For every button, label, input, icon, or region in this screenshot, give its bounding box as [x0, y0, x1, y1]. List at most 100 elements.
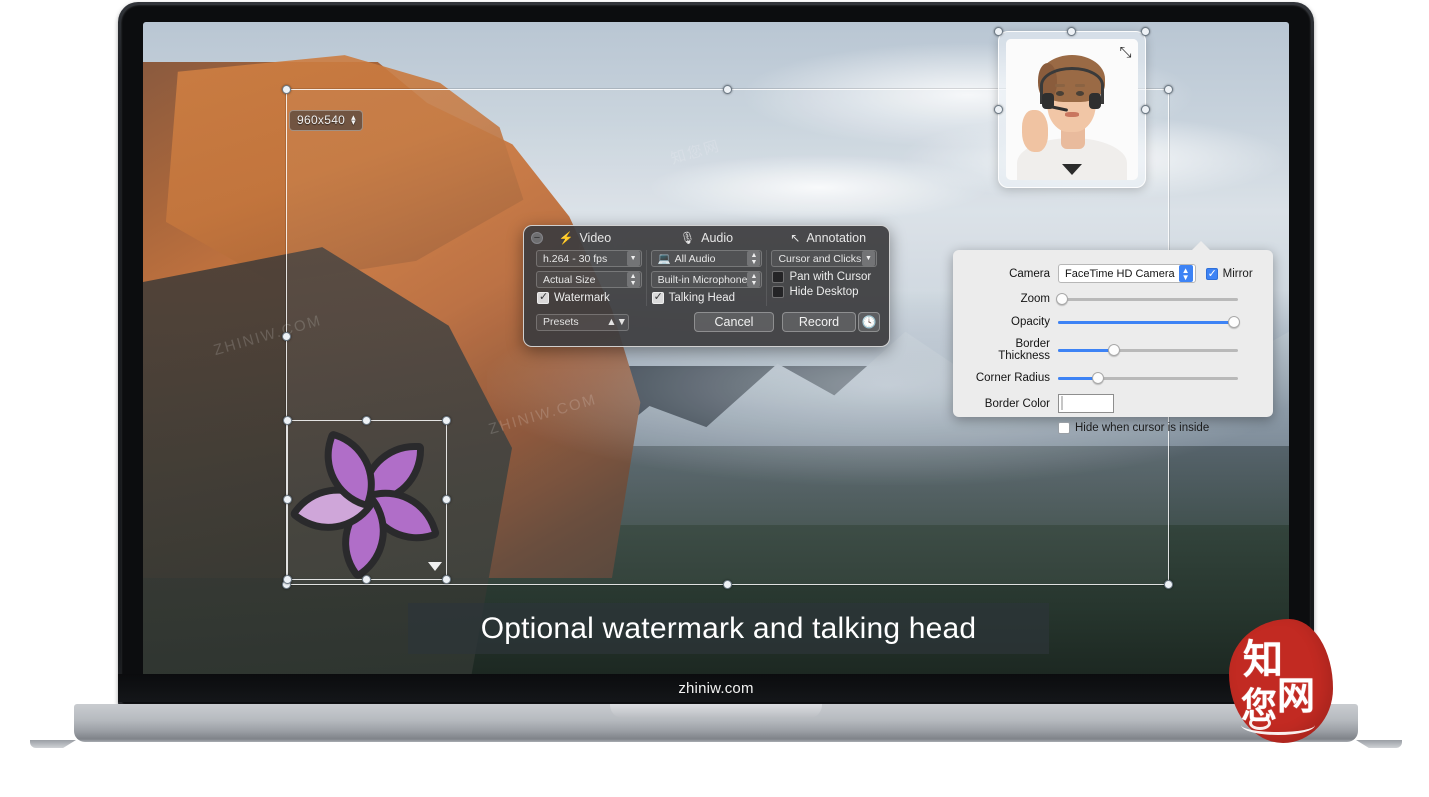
talking-head-label: Talking Head	[668, 292, 736, 304]
audio-column: 💻 All Audio ▲▼ Built-in Microphone ▲▼	[645, 250, 767, 306]
screenshot-root: 知您网 知您网 ZHINIW.COM ZHINIW.COM	[0, 0, 1429, 797]
watermark-handle-bottom-center[interactable]	[362, 575, 371, 584]
camera-handle-middle-left[interactable]	[994, 104, 1003, 114]
border-thickness-slider-knob[interactable]	[1107, 344, 1120, 356]
camera-dropdown-caret-icon[interactable]	[1062, 164, 1082, 175]
talking-head-checkbox[interactable]	[651, 290, 664, 304]
laptop-notch	[610, 704, 822, 718]
corner-radius-label: Corner Radius	[975, 372, 1050, 384]
talking-head-overlay[interactable]: ⤡	[994, 27, 1150, 188]
camera-label: Camera	[1009, 267, 1050, 280]
video-column: h.264 - 30 fps ▼ Actual Size ▲▼ Watermar…	[532, 250, 646, 306]
selection-handle-top-center[interactable]	[722, 85, 732, 94]
camera-settings-popover[interactable]: Camera FaceTime HD Camera ▲▼ Mirror	[953, 241, 1273, 434]
tab-audio[interactable]: 🎙 Audio	[646, 231, 768, 245]
selection-handle-middle-left[interactable]	[282, 332, 291, 341]
hide-desktop-toggle[interactable]: Hide Desktop	[772, 286, 877, 298]
opacity-slider-knob[interactable]	[1228, 316, 1241, 328]
chevron-updown-icon: ▲▼	[747, 251, 761, 266]
record-button[interactable]: Record	[782, 312, 856, 332]
caption-banner: Optional watermark and talking head	[408, 603, 1049, 654]
watermark-shutter-logo	[288, 429, 441, 581]
camera-row: Camera FaceTime HD Camera ▲▼ Mirror	[963, 264, 1259, 283]
collapse-button[interactable]: −	[531, 232, 543, 244]
hide-desktop-checkbox[interactable]	[772, 286, 785, 298]
zoom-label: Zoom	[1020, 293, 1050, 305]
selection-handle-top-left[interactable]	[282, 85, 291, 94]
watermark-handle-bottom-right[interactable]	[442, 575, 451, 584]
size-value: Actual Size	[543, 273, 596, 286]
watermark-handle-middle-left[interactable]	[283, 495, 292, 504]
pan-with-cursor-checkbox[interactable]	[772, 271, 785, 283]
border-color-label: Border Color	[984, 397, 1050, 410]
selection-handle-bottom-center[interactable]	[722, 580, 732, 589]
laptop-bezel: 知您网 知您网 ZHINIW.COM ZHINIW.COM	[121, 5, 1311, 705]
cursor-value: Cursor and Clicks	[778, 252, 862, 265]
zoom-slider[interactable]	[1055, 292, 1238, 306]
mirror-label: Mirror	[1222, 267, 1253, 280]
border-color-well[interactable]	[1058, 394, 1114, 413]
watermark-handle-top-right[interactable]	[442, 416, 451, 425]
watermark-handle-top-left[interactable]	[283, 416, 292, 425]
presets-value: Presets	[543, 316, 579, 328]
hide-when-cursor-label: Hide when cursor is inside	[1075, 422, 1210, 434]
presets-select[interactable]: Presets ▲▼	[536, 313, 629, 331]
microphone-icon: 🎙	[679, 231, 696, 245]
pan-with-cursor-toggle[interactable]: Pan with Cursor	[772, 271, 877, 283]
seal-wave-curl	[1249, 716, 1271, 730]
pan-with-cursor-label: Pan with Cursor	[789, 271, 872, 283]
clock-icon[interactable]: 🕓	[858, 312, 880, 332]
selection-handle-top-right[interactable]	[1164, 85, 1173, 94]
watermark-object[interactable]	[283, 416, 451, 584]
resolution-badge[interactable]: 960x540 ▴ ▾	[289, 110, 363, 131]
hide-desktop-label: Hide Desktop	[789, 286, 859, 298]
border-thickness-slider[interactable]	[1058, 343, 1238, 357]
watermark-handle-middle-right[interactable]	[442, 495, 451, 504]
laptop-mockup: 知您网 知您网 ZHINIW.COM ZHINIW.COM	[30, 2, 1402, 748]
camera-handle-top-left[interactable]	[994, 27, 1003, 36]
audio-device-select[interactable]: Built-in Microphone ▲ ▼	[650, 271, 763, 288]
opacity-row: Opacity	[963, 315, 1259, 329]
chevron-updown-icon: ▲▼	[606, 316, 627, 328]
expand-icon[interactable]: ⤡	[1117, 44, 1134, 61]
zoom-slider-knob[interactable]	[1055, 293, 1068, 305]
watermark-menu-caret-icon[interactable]	[428, 562, 442, 571]
laptop-base	[30, 704, 1402, 748]
camera-handle-top-center[interactable]	[1067, 27, 1076, 36]
watermark-handle-bottom-left[interactable]	[283, 575, 292, 584]
camera-handle-middle-right[interactable]	[1141, 104, 1150, 114]
watermark-handle-top-center[interactable]	[362, 416, 371, 425]
talking-head-toggle[interactable]: Talking Head	[651, 290, 763, 304]
watermark-toggle[interactable]: Watermark	[537, 290, 642, 304]
cursor-select[interactable]: Cursor and Clicks ▼	[771, 250, 878, 267]
recorder-control-panel[interactable]: − ⚡ Video 🎙 Audio ↖ Annotation h.264 - 3…	[523, 225, 890, 347]
camera-handle-top-right[interactable]	[1141, 27, 1150, 36]
opacity-slider[interactable]	[1058, 315, 1241, 329]
laptop-icon: 💻	[657, 253, 671, 265]
recorder-columns: h.264 - 30 fps ▼ Actual Size ▲▼ Watermar…	[524, 250, 889, 306]
chevron-updown-icon: ▲▼	[1178, 265, 1193, 282]
laptop-foot-right	[1356, 740, 1402, 748]
corner-radius-slider-knob[interactable]	[1091, 372, 1104, 384]
resolution-stepper[interactable]: ▴ ▾	[351, 113, 356, 127]
audio-source-select[interactable]: 💻 All Audio ▲ ▼	[650, 250, 763, 267]
chevron-updown-icon: ▲▼	[626, 272, 640, 287]
cancel-button[interactable]: Cancel	[694, 312, 774, 332]
corner-radius-slider[interactable]	[1058, 371, 1238, 385]
selection-handle-bottom-right[interactable]	[1164, 580, 1173, 589]
tab-annotation[interactable]: ↖ Annotation	[767, 231, 889, 245]
bolt-icon: ⚡	[558, 231, 574, 245]
audio-source-text: All Audio	[674, 252, 716, 265]
hide-cursor-row: Hide when cursor is inside	[963, 422, 1259, 434]
chevron-down-icon: ▼	[626, 251, 640, 266]
hide-when-cursor-checkbox[interactable]	[1058, 422, 1070, 434]
watermark-checkbox[interactable]	[537, 290, 549, 304]
audio-device-value: Built-in Microphone	[657, 273, 748, 286]
size-select[interactable]: Actual Size ▲ ▼	[536, 271, 642, 288]
codec-select[interactable]: h.264 - 30 fps ▼	[536, 250, 642, 267]
popover-tip	[1192, 241, 1210, 250]
mirror-checkbox[interactable]	[1205, 267, 1218, 281]
corner-radius-row: Corner Radius	[963, 371, 1259, 385]
camera-select[interactable]: FaceTime HD Camera ▲ ▼	[1058, 264, 1196, 283]
site-url-label: zhiniw.com	[678, 679, 754, 697]
